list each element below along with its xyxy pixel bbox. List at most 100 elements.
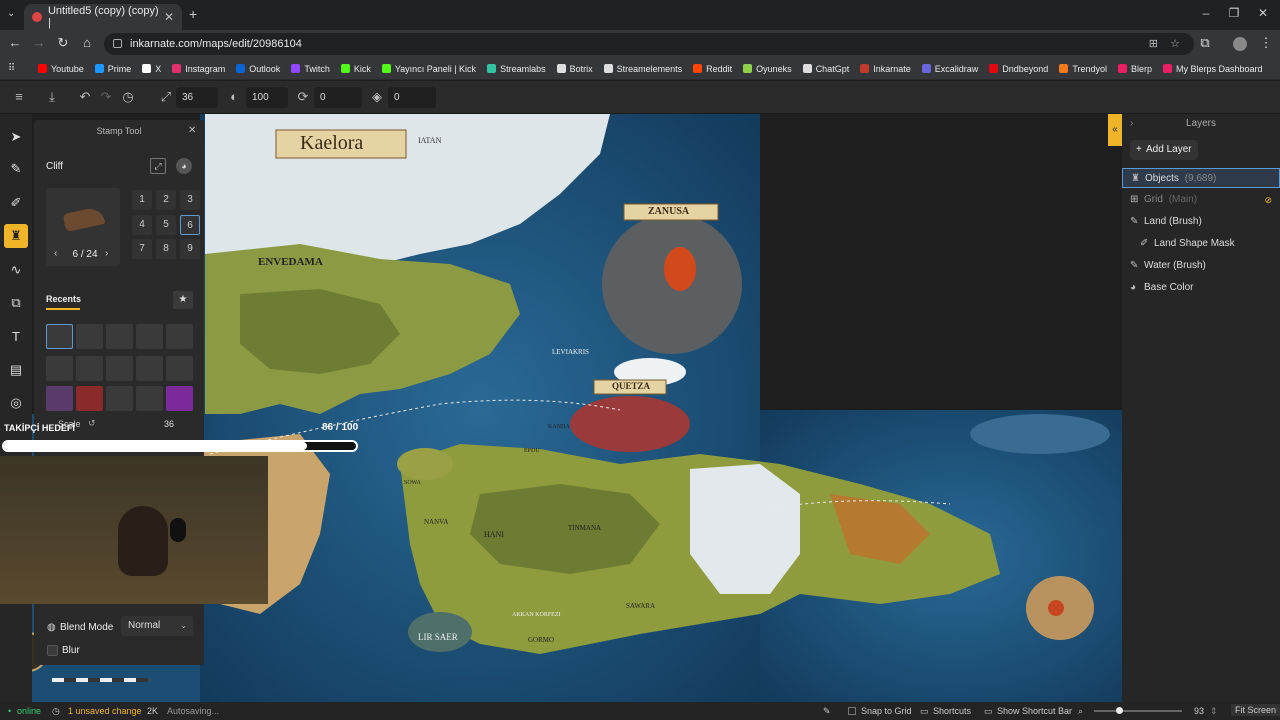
- zoom-stepper-icon[interactable]: ⇕: [1210, 706, 1218, 717]
- bookmark-item[interactable]: Botrix: [556, 64, 593, 74]
- variant-7-button[interactable]: 7: [132, 239, 152, 259]
- opacity-icon[interactable]: ◐: [225, 89, 243, 104]
- layer-land-brush[interactable]: ✎ Land (Brush): [1122, 212, 1280, 232]
- browser-tab[interactable]: Untitled5 (copy) (copy) | ✕: [24, 4, 182, 30]
- recent-stamp-3[interactable]: [106, 324, 133, 349]
- brush-tool-icon[interactable]: ✐: [4, 191, 28, 215]
- recent-stamp-2[interactable]: [76, 324, 103, 349]
- site-info-icon[interactable]: [113, 39, 122, 48]
- variant-9-button[interactable]: 9: [180, 239, 200, 259]
- fit-screen-button[interactable]: Fit Screen: [1231, 704, 1280, 716]
- rotation-icon[interactable]: ⟳: [294, 89, 312, 105]
- shortcuts-button[interactable]: Shortcuts: [933, 706, 971, 716]
- recent-stamp-6[interactable]: [46, 356, 73, 381]
- variant-8-button[interactable]: 8: [156, 239, 176, 259]
- notes-tool-icon[interactable]: ▤: [4, 358, 28, 382]
- shape-tool-icon[interactable]: ⧉: [4, 291, 28, 315]
- next-page-icon[interactable]: ›: [105, 248, 108, 259]
- close-panel-icon[interactable]: ✕: [188, 125, 196, 136]
- bookmark-item[interactable]: X: [142, 64, 161, 74]
- close-tab-icon[interactable]: ✕: [164, 10, 174, 24]
- layer-water-brush[interactable]: ✎ Water (Brush): [1122, 256, 1280, 276]
- bookmark-item[interactable]: Outlook: [236, 64, 280, 74]
- layer-objects[interactable]: ♜ Objects (9,689): [1122, 168, 1280, 188]
- layer-land-shape-mask[interactable]: ✐ Land Shape Mask: [1122, 234, 1280, 254]
- tab-list-icon[interactable]: ⌄: [7, 8, 15, 19]
- recent-stamp-14[interactable]: [136, 386, 163, 411]
- layer-order-icon[interactable]: ◈: [368, 89, 386, 105]
- size-icon[interactable]: ⤢: [157, 89, 175, 105]
- variant-2-button[interactable]: 2: [156, 190, 176, 210]
- path-tool-icon[interactable]: ∿: [4, 258, 28, 282]
- add-layer-button[interactable]: + Add Layer: [1130, 140, 1198, 160]
- bookmark-item[interactable]: Youtube: [38, 64, 84, 74]
- recent-stamp-8[interactable]: [106, 356, 133, 381]
- color-palette-icon[interactable]: ◕: [176, 158, 192, 174]
- bookmark-item[interactable]: Inkarnate: [860, 64, 911, 74]
- bookmark-item[interactable]: Reddit: [693, 64, 732, 74]
- recent-stamp-4[interactable]: [136, 324, 163, 349]
- bookmark-item[interactable]: Blerp: [1118, 64, 1152, 74]
- redo-icon[interactable]: ↷: [97, 89, 115, 105]
- undo-icon[interactable]: ↶: [76, 89, 94, 105]
- bookmark-item[interactable]: ChatGpt: [802, 64, 849, 74]
- variant-4-button[interactable]: 4: [132, 215, 152, 235]
- bookmark-item[interactable]: Streamlabs: [487, 64, 546, 74]
- export-icon[interactable]: ⤓: [43, 89, 61, 105]
- hamburger-menu-icon[interactable]: ≡: [10, 89, 28, 104]
- zoom-slider[interactable]: [1094, 710, 1182, 712]
- bookmark-item[interactable]: Trendyol: [1059, 64, 1107, 74]
- zoom-slider-thumb[interactable]: [1116, 707, 1123, 714]
- bookmark-item[interactable]: Instagram: [172, 64, 225, 74]
- recent-stamp-12[interactable]: [76, 386, 103, 411]
- globe-tool-icon[interactable]: ◎: [4, 391, 28, 415]
- collapse-panel-icon[interactable]: «: [1108, 114, 1122, 146]
- extensions-icon[interactable]: ⧉: [1196, 35, 1214, 51]
- recent-stamp-10[interactable]: [166, 356, 193, 381]
- reset-scale-icon[interactable]: ↺: [88, 418, 96, 429]
- new-tab-icon[interactable]: +: [189, 6, 197, 22]
- variant-5-button[interactable]: 5: [156, 215, 176, 235]
- scale-value[interactable]: 36: [164, 419, 174, 429]
- translate-icon[interactable]: ⊞: [1149, 33, 1158, 55]
- bookmark-item[interactable]: Yayıncı Paneli | Kick: [381, 64, 476, 74]
- restore-window-icon[interactable]: ❐: [1224, 6, 1244, 20]
- back-icon[interactable]: ←: [6, 35, 24, 50]
- minimize-window-icon[interactable]: –: [1196, 6, 1216, 20]
- show-shortcut-bar-button[interactable]: Show Shortcut Bar: [997, 706, 1072, 716]
- bookmark-item[interactable]: Dndbeyond: [989, 64, 1048, 74]
- pen-icon[interactable]: ✎: [823, 706, 831, 717]
- recent-stamp-13[interactable]: [106, 386, 133, 411]
- profile-avatar[interactable]: [1233, 37, 1247, 51]
- layer-base-color[interactable]: ◕ Base Color: [1122, 278, 1280, 298]
- layer-order-input[interactable]: 0: [388, 87, 436, 108]
- blend-mode-select[interactable]: Normal ⌄: [121, 616, 193, 636]
- history-icon[interactable]: ◷: [119, 89, 137, 105]
- bookmark-item[interactable]: Twitch: [291, 64, 330, 74]
- bookmark-item[interactable]: Streamelements: [603, 64, 682, 74]
- close-window-icon[interactable]: ✕: [1253, 6, 1273, 20]
- layer-grid[interactable]: ⊞ Grid (Main) ⊘: [1122, 190, 1280, 210]
- bookmark-item[interactable]: My Blerps Dashboard: [1163, 64, 1263, 74]
- snap-to-grid-label[interactable]: Snap to Grid: [861, 706, 912, 716]
- recent-stamp-1[interactable]: [46, 324, 73, 349]
- favorite-star-icon[interactable]: ★: [173, 291, 193, 309]
- resolution-badge[interactable]: 2K: [147, 706, 158, 716]
- rotation-input[interactable]: 0: [314, 87, 362, 108]
- bookmark-item[interactable]: Oyuneks: [743, 64, 792, 74]
- url-field[interactable]: inkarnate.com/maps/edit/20986104 ⊞ ☆: [104, 33, 1194, 55]
- recent-stamp-7[interactable]: [76, 356, 103, 381]
- forward-icon[interactable]: →: [30, 35, 48, 50]
- recent-stamp-15[interactable]: [166, 386, 193, 411]
- snap-checkbox[interactable]: [848, 707, 856, 715]
- text-tool-icon[interactable]: T: [4, 325, 28, 349]
- browser-menu-icon[interactable]: ⋮: [1257, 35, 1275, 51]
- bookmark-item[interactable]: Kick: [340, 64, 371, 74]
- home-icon[interactable]: ⌂: [78, 35, 96, 50]
- apps-grid-icon[interactable]: ⠿: [8, 63, 15, 74]
- prev-page-icon[interactable]: ‹: [54, 248, 57, 259]
- blur-checkbox[interactable]: [47, 645, 58, 656]
- select-tool-icon[interactable]: ➤: [4, 125, 28, 149]
- opacity-input[interactable]: 100: [246, 87, 288, 108]
- recent-stamp-9[interactable]: [136, 356, 163, 381]
